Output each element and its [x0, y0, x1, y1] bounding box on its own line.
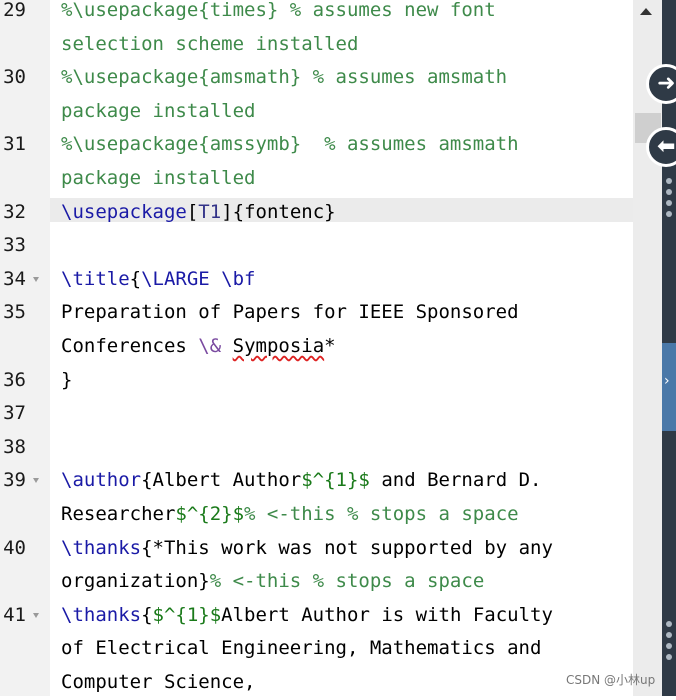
scroll-up-arrow-icon[interactable]	[640, 8, 652, 15]
code-token: \thanks	[61, 603, 142, 626]
code-line[interactable]: %\usepackage{amssymb} % assumes amsmath	[61, 128, 519, 162]
fold-toggle-icon[interactable]	[33, 478, 39, 484]
code-token: Preparation of Papers for IEEE Sponsored	[61, 301, 519, 324]
line-number: 34	[3, 267, 26, 290]
code-token: $^{1}$	[301, 469, 370, 492]
code-line[interactable]: Conferences \& Symposia*	[61, 330, 336, 364]
line-number: 38	[3, 435, 26, 458]
code-token: \thanks	[61, 536, 142, 559]
code-token: Computer Science,	[61, 671, 256, 693]
side-panel-collapse-handle[interactable]: ›	[662, 343, 676, 431]
code-token: Conferences	[61, 335, 199, 357]
code-token: %\usepackage{times} % assumes new font	[61, 0, 496, 21]
line-number: 32	[3, 200, 26, 223]
code-line[interactable]: %\usepackage{amsmath} % assumes amsmath	[61, 61, 507, 95]
code-token: Researcher	[61, 503, 176, 525]
code-line[interactable]: Researcher$^{2}$% <-this % stops a space	[61, 498, 519, 532]
code-line[interactable]: selection scheme installed	[61, 28, 358, 62]
code-token: {	[141, 603, 153, 626]
drag-handle-dots-icon[interactable]	[664, 175, 674, 222]
code-token: $^{1}$	[152, 603, 222, 626]
code-line[interactable]: \thanks{$^{1}$Albert Author is with Facu…	[61, 599, 553, 633]
code-token: }	[61, 368, 73, 391]
fold-toggle-icon[interactable]	[33, 612, 39, 618]
code-token: \&	[198, 335, 222, 357]
code-token: \title	[61, 267, 130, 290]
code-token: \author	[61, 469, 142, 492]
code-token: \usepackage	[61, 200, 187, 223]
vertical-scrollbar[interactable]	[633, 0, 662, 696]
chevron-right-icon: ›	[664, 373, 670, 389]
code-token: T1	[198, 200, 222, 223]
code-token: organization}	[61, 570, 210, 593]
code-token: package installed	[61, 99, 256, 122]
line-number: 41	[3, 603, 26, 626]
code-line[interactable]: Computer Science,	[61, 666, 255, 700]
code-token: % <-this % stops a space	[244, 503, 519, 525]
code-line[interactable]: \author{Albert Author$^{1}$ and Bernard …	[61, 464, 541, 498]
line-number: 39	[3, 469, 26, 492]
line-number: 37	[3, 402, 26, 425]
code-line[interactable]: \title{\LARGE \bf	[61, 263, 255, 297]
code-token: $^{2}$	[175, 503, 245, 525]
code-token: %\usepackage{amssymb} % assumes amsmath	[61, 133, 519, 156]
code-line[interactable]: %\usepackage{times} % assumes new font	[61, 0, 496, 28]
code-token: {Albert Author	[141, 469, 302, 492]
code-token: of Electrical Engineering, Mathematics a…	[61, 637, 542, 660]
line-number: 33	[3, 234, 26, 257]
code-token: [	[186, 200, 199, 223]
code-line[interactable]: of Electrical Engineering, Mathematics a…	[61, 632, 541, 666]
code-token: \LARGE \bf	[141, 267, 256, 290]
code-token: selection scheme installed	[61, 32, 359, 55]
line-number: 35	[3, 301, 26, 324]
code-token: %\usepackage{amsmath} % assumes amsmath	[61, 66, 508, 89]
code-token: and Bernard D.	[369, 469, 542, 492]
line-number: 40	[3, 536, 26, 559]
code-line[interactable]: organization}% <-this % stops a space	[61, 565, 484, 599]
line-number-gutter	[0, 0, 50, 696]
code-token: Symposia	[232, 335, 325, 357]
code-token: Albert Author is with Faculty	[221, 603, 553, 626]
watermark: CSDN @小林up	[566, 673, 656, 687]
code-line[interactable]: \thanks{*This work was not supported by …	[61, 532, 553, 566]
code-token: {*This work was not supported by any	[141, 536, 553, 559]
code-line[interactable]: Preparation of Papers for IEEE Sponsored	[61, 296, 519, 330]
line-number: 36	[3, 368, 26, 391]
drag-handle-dots-icon[interactable]	[664, 618, 674, 665]
code-token: package installed	[61, 167, 256, 189]
line-number: 30	[3, 66, 26, 89]
code-line[interactable]: }	[61, 364, 72, 398]
code-line[interactable]: package installed	[61, 95, 255, 129]
code-line[interactable]: \usepackage[T1]{fontenc}	[61, 196, 336, 230]
code-token: ]{fontenc}	[221, 200, 336, 223]
line-number: 31	[3, 133, 26, 156]
fold-toggle-icon[interactable]	[33, 276, 39, 282]
code-token: *	[324, 335, 336, 357]
code-line[interactable]: package installed	[61, 162, 255, 196]
line-number: 29	[3, 0, 26, 21]
code-token: % <-this % stops a space	[209, 570, 485, 593]
code-token: {	[129, 267, 142, 290]
